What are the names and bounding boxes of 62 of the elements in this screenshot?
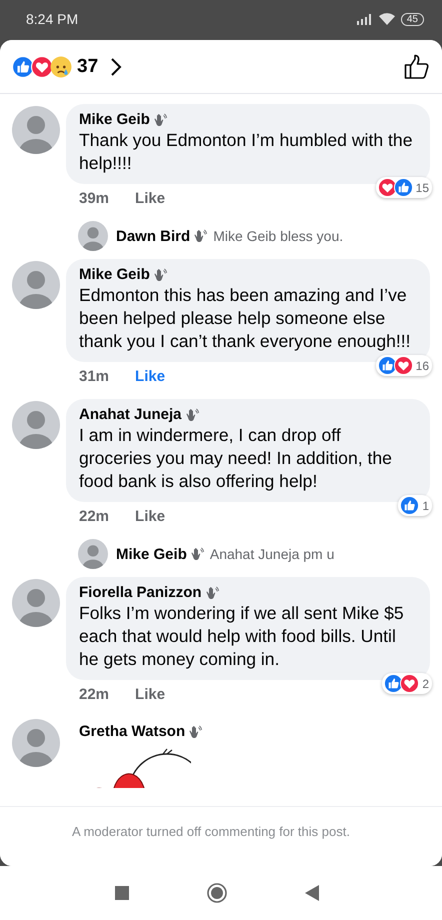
thumbs-up-icon[interactable] <box>404 54 430 80</box>
comment-text: Thank you Edmonton I’m humbled with the help!!!! <box>79 129 414 175</box>
wave-badge-icon <box>204 586 219 600</box>
like-reaction-icon <box>400 496 420 515</box>
signal-icon <box>356 14 373 24</box>
wave-badge-icon <box>152 112 167 126</box>
comment-time: 39m <box>79 190 110 207</box>
like-link[interactable]: Like <box>135 686 166 703</box>
avatar-icon[interactable] <box>12 401 60 449</box>
reaction-badge[interactable]: 1 <box>398 495 432 516</box>
comment-text: Folks I’m wondering if we all sent Mike $5 each that would help with food bills. Until he gets money coming in. <box>79 602 405 671</box>
like-link[interactable]: Like <box>135 508 166 525</box>
reaction-badge[interactable]: 15 <box>376 177 432 198</box>
avatar-icon[interactable] <box>12 719 60 767</box>
author-name[interactable]: Fiorella Panizzon <box>79 584 202 601</box>
chevron-right-icon[interactable] <box>110 56 122 76</box>
moderator-notice: A moderator turned off commenting for this post. <box>72 824 350 839</box>
heart-reaction-icon <box>31 56 53 78</box>
wifi-icon <box>378 13 395 25</box>
reaction-count: 16 <box>416 358 429 372</box>
like-reaction-icon <box>378 356 397 375</box>
reaction-badge[interactable]: 16 <box>376 355 432 376</box>
avatar-icon[interactable] <box>78 539 108 569</box>
reply-preview[interactable]: Anahat Juneja pm u <box>210 546 334 562</box>
author-name[interactable]: Mike Geib <box>79 266 150 283</box>
like-reaction-icon <box>12 56 34 78</box>
author-name[interactable]: Mike Geib <box>79 111 150 128</box>
reaction-count: 1 <box>422 498 429 512</box>
home-button-icon[interactable] <box>207 883 227 903</box>
author-name[interactable]: Dawn Bird <box>116 228 190 244</box>
author-name[interactable]: Anahat Juneja <box>79 406 182 423</box>
heart-reaction-icon <box>378 178 397 197</box>
wave-badge-icon <box>152 268 167 282</box>
comment-text: I am in windermere, I can drop off groceries you may need! In addition, the food bank is also offering help! <box>79 424 393 493</box>
avatar-icon[interactable] <box>12 579 60 627</box>
wave-badge-icon <box>184 408 199 422</box>
reaction-count: 2 <box>422 676 429 690</box>
heart-reaction-icon <box>394 356 413 375</box>
like-link[interactable]: Like <box>135 190 166 207</box>
author-name[interactable]: Gretha Watson <box>79 723 186 740</box>
back-button-icon[interactable] <box>305 885 319 901</box>
wave-badge-icon <box>188 724 202 738</box>
avatar-icon[interactable] <box>12 261 60 309</box>
comment-time: 22m <box>79 686 110 703</box>
reaction-count: 15 <box>416 180 429 194</box>
avatar-icon[interactable] <box>78 221 108 251</box>
avatar-icon[interactable] <box>12 106 60 154</box>
battery-icon: 45 <box>400 12 424 26</box>
comment-time: 22m <box>79 508 110 525</box>
wave-badge-icon <box>190 547 204 561</box>
status-time: 8:24 PM <box>26 11 78 27</box>
wave-badge-icon <box>193 229 208 243</box>
like-link[interactable]: Like <box>135 368 166 385</box>
author-name[interactable]: Mike Geib <box>116 546 187 562</box>
comment-text: Edmonton this has been amazing and I’ve been helped please help someone else thank you I can’t thank everyone enough!!! <box>79 284 412 353</box>
reply-preview[interactable]: Mike Geib bless you. <box>213 228 344 244</box>
comment-time: 31m <box>79 368 110 385</box>
sad-emoji-icon <box>50 56 72 78</box>
heart-reaction-icon <box>400 674 420 693</box>
like-reaction-icon <box>394 178 413 197</box>
reaction-badge[interactable]: 2 <box>382 673 432 694</box>
reaction-count[interactable]: 37 <box>77 56 98 78</box>
